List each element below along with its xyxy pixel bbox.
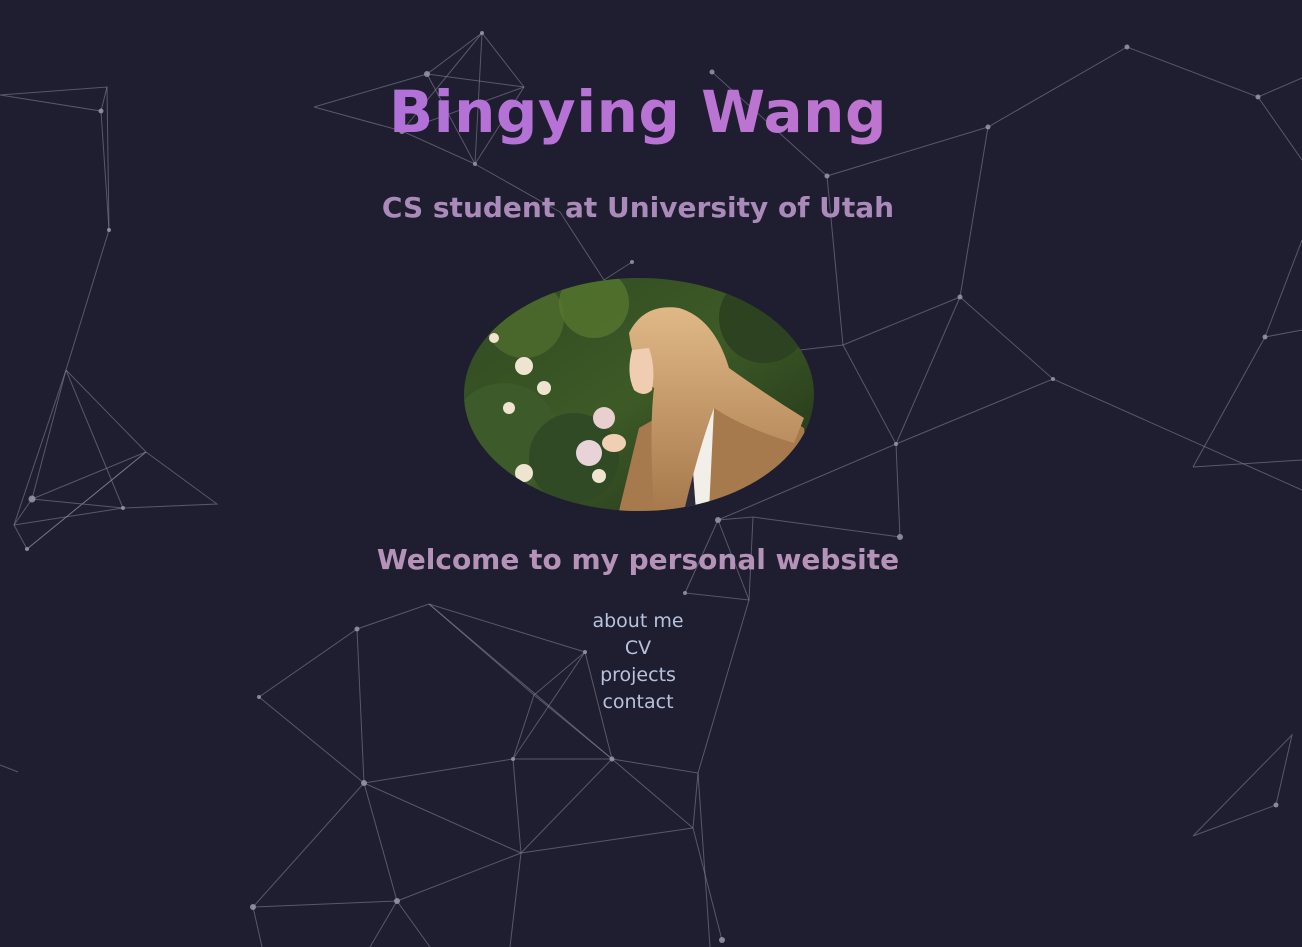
nav-link-contact[interactable]: contact — [602, 691, 673, 713]
welcome-heading: Welcome to my personal website — [376, 543, 900, 576]
site-title: Bingying Wang — [0, 78, 1276, 146]
nav-item-projects: projects — [0, 663, 1276, 690]
nav-item-about: about me — [0, 609, 1276, 636]
nav-link-cv[interactable]: CV — [625, 637, 651, 659]
tagline: CS student at University of Utah — [381, 191, 895, 224]
hero-section: Bingying Wang CS student at University o… — [0, 0, 1302, 947]
nav-item-cv: CV — [0, 636, 1276, 663]
main-nav: about me CV projects contact — [0, 609, 1276, 717]
profile-photo — [464, 278, 814, 511]
nav-link-projects[interactable]: projects — [600, 664, 676, 686]
nav-link-about-me[interactable]: about me — [592, 610, 683, 632]
nav-item-contact: contact — [0, 690, 1276, 717]
